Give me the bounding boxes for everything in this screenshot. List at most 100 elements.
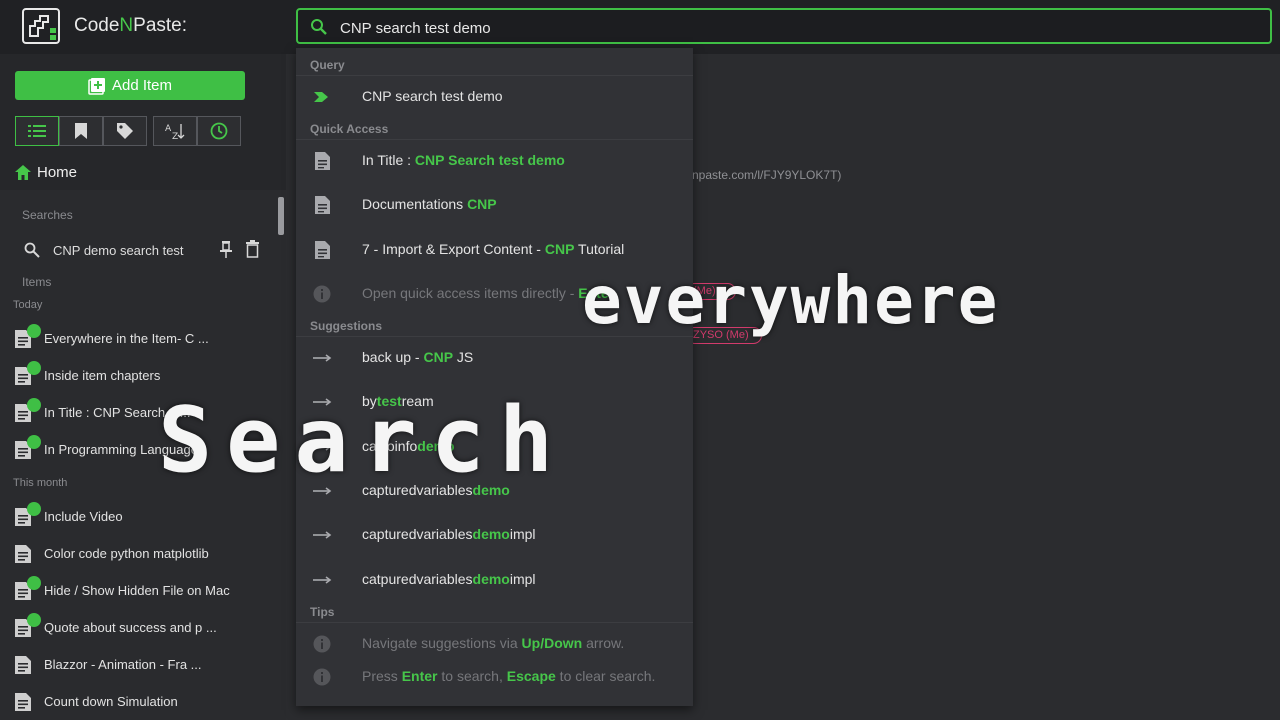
- list-item[interactable]: Everywhere in the Item- C ...: [15, 324, 275, 352]
- tag-icon: [117, 123, 133, 139]
- list-item-label: Hide / Show Hidden File on Mac: [44, 583, 230, 598]
- app-logo-icon[interactable]: [22, 8, 60, 44]
- list-view-button[interactable]: [15, 116, 59, 146]
- quick-access-tip-label: Open quick access items directly - Enter: [362, 285, 615, 301]
- list-item-label: Inside item chapters: [44, 368, 161, 383]
- divider: [296, 622, 693, 623]
- clock-icon: [210, 122, 228, 140]
- suggestion-label: catpuredvariablesdemoimpl: [362, 571, 536, 587]
- shared-badge-icon: [27, 502, 41, 516]
- document-icon: [315, 241, 330, 259]
- list-item-label: Count down Simulation: [44, 694, 178, 709]
- list-item-label: Quote about success and p ...: [44, 620, 217, 635]
- arrow-right-icon: [313, 531, 332, 539]
- svg-text:A: A: [165, 124, 172, 134]
- document-icon: [15, 545, 31, 563]
- query-label: CNP search test demo: [362, 88, 503, 104]
- shared-badge-icon: [27, 613, 41, 627]
- shared-badge-icon: [27, 361, 41, 375]
- add-item-button[interactable]: Add Item: [15, 71, 245, 100]
- tip-label: Press Enter to search, Escape to clear s…: [362, 668, 656, 684]
- saved-search-label: CNP demo search test: [53, 243, 184, 258]
- suggestion-label: capturedvariablesdemoimpl: [362, 526, 536, 542]
- suggestion-row[interactable]: catpuredvariablesdemoimpl: [296, 562, 693, 598]
- query-row[interactable]: CNP search test demo: [296, 79, 693, 115]
- add-item-label: Add Item: [111, 77, 173, 94]
- caption-overlay-everywhere: everywhere: [582, 262, 1000, 339]
- quick-access-label: 7 - Import & Export Content - CNP Tutori…: [362, 241, 625, 257]
- list-item-label: Blazzor - Animation - Fra ...: [44, 657, 202, 672]
- tips-section-label: Tips: [310, 605, 335, 619]
- search-box[interactable]: [296, 8, 1272, 44]
- saved-search-item[interactable]: CNP demo search test: [24, 240, 264, 262]
- list-item[interactable]: Inside item chapters: [15, 361, 275, 389]
- arrow-right-icon: [313, 576, 332, 584]
- bookmark-icon: [75, 123, 87, 139]
- document-icon: [15, 693, 31, 711]
- sidebar: Add Item A Z Home Searches CNP demo sear…: [0, 54, 286, 720]
- tip-label: Navigate suggestions via Up/Down arrow.: [362, 635, 625, 651]
- caption-overlay-search: Search: [158, 388, 568, 493]
- info-icon: [313, 635, 331, 653]
- suggestions-section-label: Suggestions: [310, 319, 383, 333]
- suggestion-row[interactable]: capturedvariablesdemoimpl: [296, 517, 693, 553]
- shared-badge-icon: [27, 324, 41, 338]
- trash-icon[interactable]: [246, 240, 259, 258]
- divider: [296, 139, 693, 140]
- bookmark-button[interactable]: [59, 116, 103, 146]
- tags-button[interactable]: [103, 116, 147, 146]
- sort-az-button[interactable]: A Z: [153, 116, 197, 146]
- list-item-label: Include Video: [44, 509, 123, 524]
- sidebar-scrollbar[interactable]: [278, 197, 284, 235]
- home-icon: [15, 165, 31, 180]
- items-section-label: Items: [22, 275, 52, 289]
- arrow-right-icon: [313, 354, 332, 362]
- document-icon: [315, 196, 330, 214]
- app-title: CodeNPaste:: [74, 15, 188, 36]
- searches-section-label: Searches: [22, 208, 73, 222]
- add-item-icon: [88, 77, 105, 95]
- list-item[interactable]: Quote about success and p ...: [15, 613, 275, 641]
- svg-text:Z: Z: [172, 132, 178, 140]
- shared-badge-icon: [27, 435, 41, 449]
- quick-access-row[interactable]: In Title : CNP Search test demo: [296, 143, 693, 179]
- list-item[interactable]: Hide / Show Hidden File on Mac: [15, 576, 275, 604]
- quick-access-label: Documentations CNP: [362, 196, 497, 212]
- item-url-text: npaste.com/l/FJY9YLOK7T): [692, 168, 842, 182]
- quick-access-row[interactable]: Documentations CNP: [296, 187, 693, 223]
- pin-icon[interactable]: [220, 240, 232, 258]
- tip-row: Navigate suggestions via Up/Down arrow.: [296, 626, 693, 662]
- list-item-label: Color code python matplotlib: [44, 546, 209, 561]
- search-icon: [24, 242, 40, 258]
- shared-badge-icon: [27, 398, 41, 412]
- this-month-label: This month: [13, 477, 68, 489]
- top-bar: CodeNPaste:: [0, 0, 1280, 54]
- list-item-label: Everywhere in the Item- C ...: [44, 331, 209, 346]
- suggestion-label: back up - CNP JS: [362, 349, 474, 365]
- list-icon: [28, 125, 46, 137]
- sidebar-header: Add Item A Z Home: [0, 54, 286, 190]
- document-icon: [315, 152, 330, 170]
- search-input[interactable]: [338, 14, 1242, 42]
- info-icon: [313, 285, 331, 303]
- document-icon: [15, 656, 31, 674]
- sort-az-icon: A Z: [165, 124, 185, 140]
- home-label: Home: [37, 164, 78, 181]
- chevron-right-icon: [314, 92, 328, 102]
- shared-badge-icon: [27, 576, 41, 590]
- tip-row: Press Enter to search, Escape to clear s…: [296, 659, 693, 695]
- suggestion-row[interactable]: back up - CNP JS: [296, 340, 693, 376]
- list-item[interactable]: Count down Simulation: [15, 691, 275, 715]
- list-item[interactable]: Blazzor - Animation - Fra ...: [15, 654, 275, 678]
- query-section-label: Query: [310, 58, 345, 72]
- info-icon: [313, 668, 331, 686]
- recent-button[interactable]: [197, 116, 241, 146]
- list-item[interactable]: Include Video: [15, 502, 275, 530]
- search-suggestions-dropdown: Query CNP search test demo Quick Access …: [296, 48, 693, 706]
- divider: [296, 75, 693, 76]
- quick-access-section-label: Quick Access: [310, 122, 389, 136]
- home-link[interactable]: Home: [15, 164, 77, 181]
- quick-access-label: In Title : CNP Search test demo: [362, 152, 565, 168]
- list-item[interactable]: Color code python matplotlib: [15, 543, 275, 567]
- today-label: Today: [13, 299, 43, 311]
